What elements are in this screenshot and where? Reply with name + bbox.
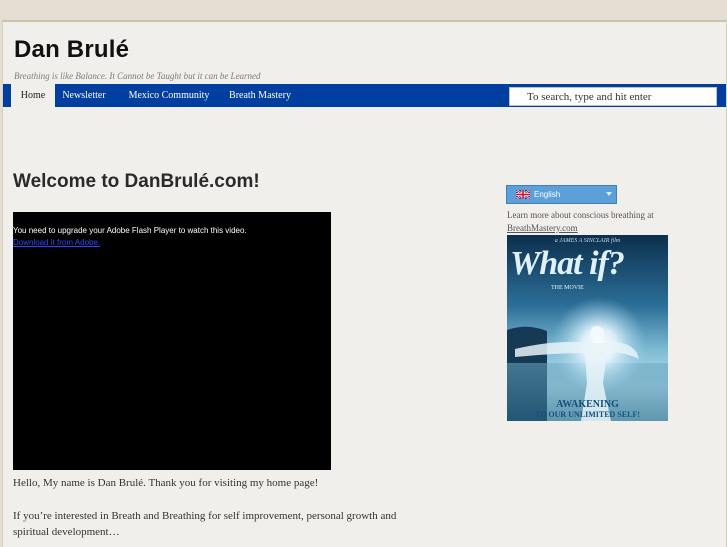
- nav-item-breath-mastery[interactable]: Breath Mastery: [226, 84, 294, 107]
- main-navigation: Home Newsletter Mexico Community Breath …: [3, 84, 726, 107]
- poster-subtitle: THE MOVIE: [551, 285, 584, 291]
- interest-paragraph: If you’re interested in Breath and Breat…: [13, 510, 397, 538]
- poster-tagline: AWAKENING: [556, 399, 619, 410]
- movie-poster[interactable]: a JAMES A SINCLAIR film What if? THE MOV…: [507, 235, 668, 421]
- breathing-promo-text: Learn more about conscious breathing at …: [507, 209, 687, 235]
- language-select[interactable]: English: [506, 185, 617, 204]
- uk-flag-icon: [516, 190, 530, 199]
- site-tagline: Breathing is like Balance. It Cannot be …: [14, 71, 261, 81]
- chevron-down-icon: [606, 192, 612, 196]
- intro-paragraph: Hello, My name is Dan Brulé. Thank you f…: [13, 477, 319, 489]
- site-title[interactable]: Dan Brulé: [14, 36, 129, 64]
- page-container: Dan Brulé Breathing is like Balance. It …: [2, 20, 727, 547]
- nav-item-mexico-community[interactable]: Mexico Community: [120, 84, 218, 107]
- language-label: English: [534, 190, 561, 199]
- breathmastery-link[interactable]: BreathMastery.com: [507, 223, 578, 233]
- video-player[interactable]: You need to upgrade your Adobe Flash Pla…: [13, 212, 331, 470]
- page-title: Welcome to DanBrulé.com!: [13, 171, 260, 192]
- nav-item-home[interactable]: Home: [11, 84, 55, 107]
- flash-upgrade-message: You need to upgrade your Adobe Flash Pla…: [13, 226, 247, 235]
- search-input[interactable]: [509, 87, 717, 106]
- nav-item-newsletter[interactable]: Newsletter: [58, 84, 110, 107]
- flash-download-link[interactable]: Download it from Adobe.: [13, 237, 100, 249]
- poster-tagline-secondary: TO OUR UNLIMITED SELF!: [535, 410, 640, 419]
- poster-title: What if?: [510, 245, 625, 282]
- breathing-promo-label: Learn more about conscious breathing at: [507, 210, 654, 220]
